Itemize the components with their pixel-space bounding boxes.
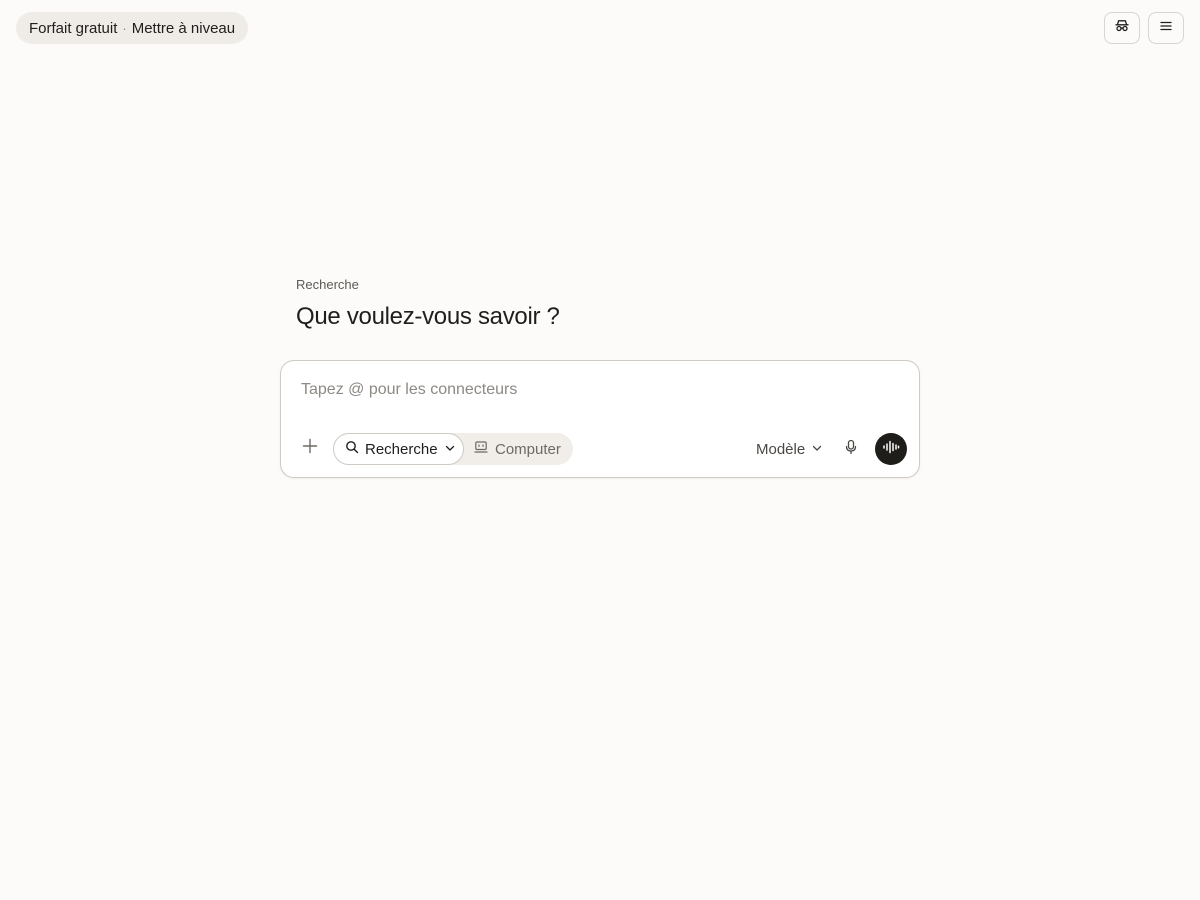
dictation-button[interactable] — [841, 438, 861, 460]
research-mode-label: Recherche — [365, 440, 438, 458]
prompt-input[interactable] — [301, 379, 901, 401]
chevron-down-icon — [444, 441, 456, 458]
computer-icon — [474, 440, 488, 458]
attach-button[interactable] — [299, 437, 321, 459]
mode-kicker: Recherche — [296, 277, 359, 292]
search-icon — [345, 440, 359, 458]
menu-icon — [1158, 18, 1174, 39]
computer-mode-button[interactable]: Computer — [474, 433, 561, 465]
composer: Recherche Computer Modèle — [280, 360, 920, 478]
voice-waveform-icon — [882, 439, 900, 460]
computer-mode-label: Computer — [495, 440, 561, 458]
chevron-down-icon — [811, 441, 823, 458]
voice-mode-button[interactable] — [875, 433, 907, 465]
microphone-icon — [844, 439, 858, 460]
incognito-button[interactable] — [1104, 12, 1140, 44]
plan-label: Forfait gratuit — [29, 19, 118, 37]
incognito-icon — [1114, 18, 1130, 39]
plan-separator: · — [122, 20, 127, 36]
mode-selector: Recherche Computer — [333, 433, 573, 465]
plus-icon — [302, 438, 318, 459]
plan-upgrade-pill[interactable]: Forfait gratuit · Mettre à niveau — [16, 12, 249, 44]
research-mode-button[interactable]: Recherche — [333, 433, 464, 465]
menu-button[interactable] — [1148, 12, 1184, 44]
page-title: Que voulez-vous savoir ? — [296, 303, 560, 330]
model-selector[interactable]: Modèle — [756, 437, 823, 461]
model-label: Modèle — [756, 440, 806, 458]
heading-block: Recherche Que voulez-vous savoir ? — [296, 277, 916, 332]
upgrade-link[interactable]: Mettre à niveau — [132, 20, 235, 37]
